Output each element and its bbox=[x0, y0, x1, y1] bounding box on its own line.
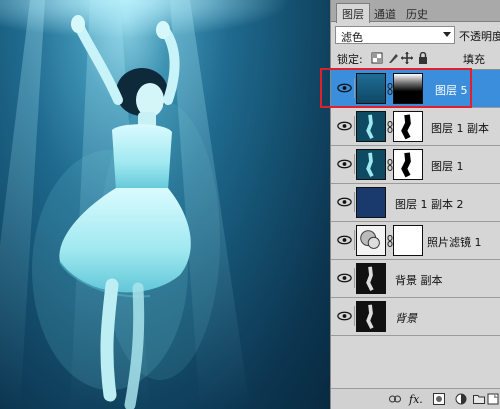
eye-icon[interactable] bbox=[335, 268, 355, 288]
lock-transparent-icon[interactable] bbox=[371, 52, 383, 64]
link-layers-icon[interactable] bbox=[389, 393, 401, 405]
layer-thumbnail bbox=[356, 263, 386, 294]
layer-name: 图层 1 副本 2 bbox=[395, 198, 464, 211]
layer-name: 背景 副本 bbox=[395, 274, 443, 287]
opacity-label: 不透明度 bbox=[459, 30, 500, 43]
underwater-dancer-photo bbox=[0, 0, 290, 409]
tab-channels[interactable]: 通道 bbox=[369, 4, 401, 22]
tab-layers[interactable]: 图层 bbox=[336, 3, 370, 23]
adjustment-icon bbox=[356, 225, 386, 256]
layer-row[interactable]: 背景 bbox=[331, 298, 500, 336]
layer-thumbnail bbox=[356, 149, 386, 180]
layer-thumbnail bbox=[356, 187, 386, 218]
layer-mask-thumbnail bbox=[393, 111, 423, 142]
lock-label: 锁定: bbox=[337, 53, 363, 66]
selected-layer-highlight bbox=[320, 68, 472, 108]
lock-brush-icon[interactable] bbox=[387, 52, 399, 64]
layer-row[interactable]: 背景 副本 bbox=[331, 260, 500, 298]
blend-mode-select[interactable]: 滤色 bbox=[335, 26, 455, 44]
layer-style-button[interactable]: fx. bbox=[409, 393, 423, 406]
layer-row[interactable]: 图层 1 副本 bbox=[331, 108, 500, 146]
blend-mode-value: 滤色 bbox=[341, 31, 363, 44]
layer-thumbnail bbox=[356, 111, 386, 142]
layers-panel: 图层 通道 历史 滤色 不透明度 锁定: 填充 图层 5 图层 1 副本 图层 … bbox=[330, 0, 500, 409]
lock-move-icon[interactable] bbox=[401, 52, 413, 64]
adjustment-layer-icon[interactable] bbox=[455, 393, 467, 405]
layer-row[interactable]: 图层 1 副本 2 bbox=[331, 184, 500, 222]
new-group-icon[interactable] bbox=[473, 393, 485, 405]
add-mask-icon[interactable] bbox=[433, 393, 445, 405]
fill-label: 填充 bbox=[463, 53, 485, 66]
layer-name: 图层 1 bbox=[431, 160, 464, 173]
eye-icon[interactable] bbox=[335, 230, 355, 250]
tab-history[interactable]: 历史 bbox=[401, 4, 433, 22]
layers-bottom-toolbar: fx. bbox=[331, 388, 500, 409]
eye-icon[interactable] bbox=[335, 116, 355, 136]
lock-row: 锁定: 填充 bbox=[337, 50, 500, 66]
layer-name: 照片滤镜 1 bbox=[427, 236, 482, 249]
layer-mask-thumbnail bbox=[393, 225, 423, 256]
layer-row[interactable]: 照片滤镜 1 bbox=[331, 222, 500, 260]
layer-thumbnail bbox=[356, 301, 386, 332]
eye-icon[interactable] bbox=[335, 154, 355, 174]
layer-list: 图层 5 图层 1 副本 图层 1 图层 1 副本 2 照片滤镜 1 背景 副本… bbox=[331, 69, 500, 339]
layer-row[interactable]: 图层 1 bbox=[331, 146, 500, 184]
photo-canvas[interactable] bbox=[0, 0, 330, 409]
lock-all-icon[interactable] bbox=[417, 52, 429, 64]
layer-name: 背景 bbox=[395, 312, 417, 325]
new-layer-icon[interactable] bbox=[487, 393, 499, 405]
blend-row: 滤色 不透明度 bbox=[335, 26, 500, 46]
panel-tab-bar: 图层 通道 历史 bbox=[331, 0, 500, 23]
chevron-down-icon bbox=[443, 32, 451, 37]
layer-name: 图层 1 副本 bbox=[431, 122, 489, 135]
eye-icon[interactable] bbox=[335, 192, 355, 212]
eye-icon[interactable] bbox=[335, 306, 355, 326]
layer-mask-thumbnail bbox=[393, 149, 423, 180]
